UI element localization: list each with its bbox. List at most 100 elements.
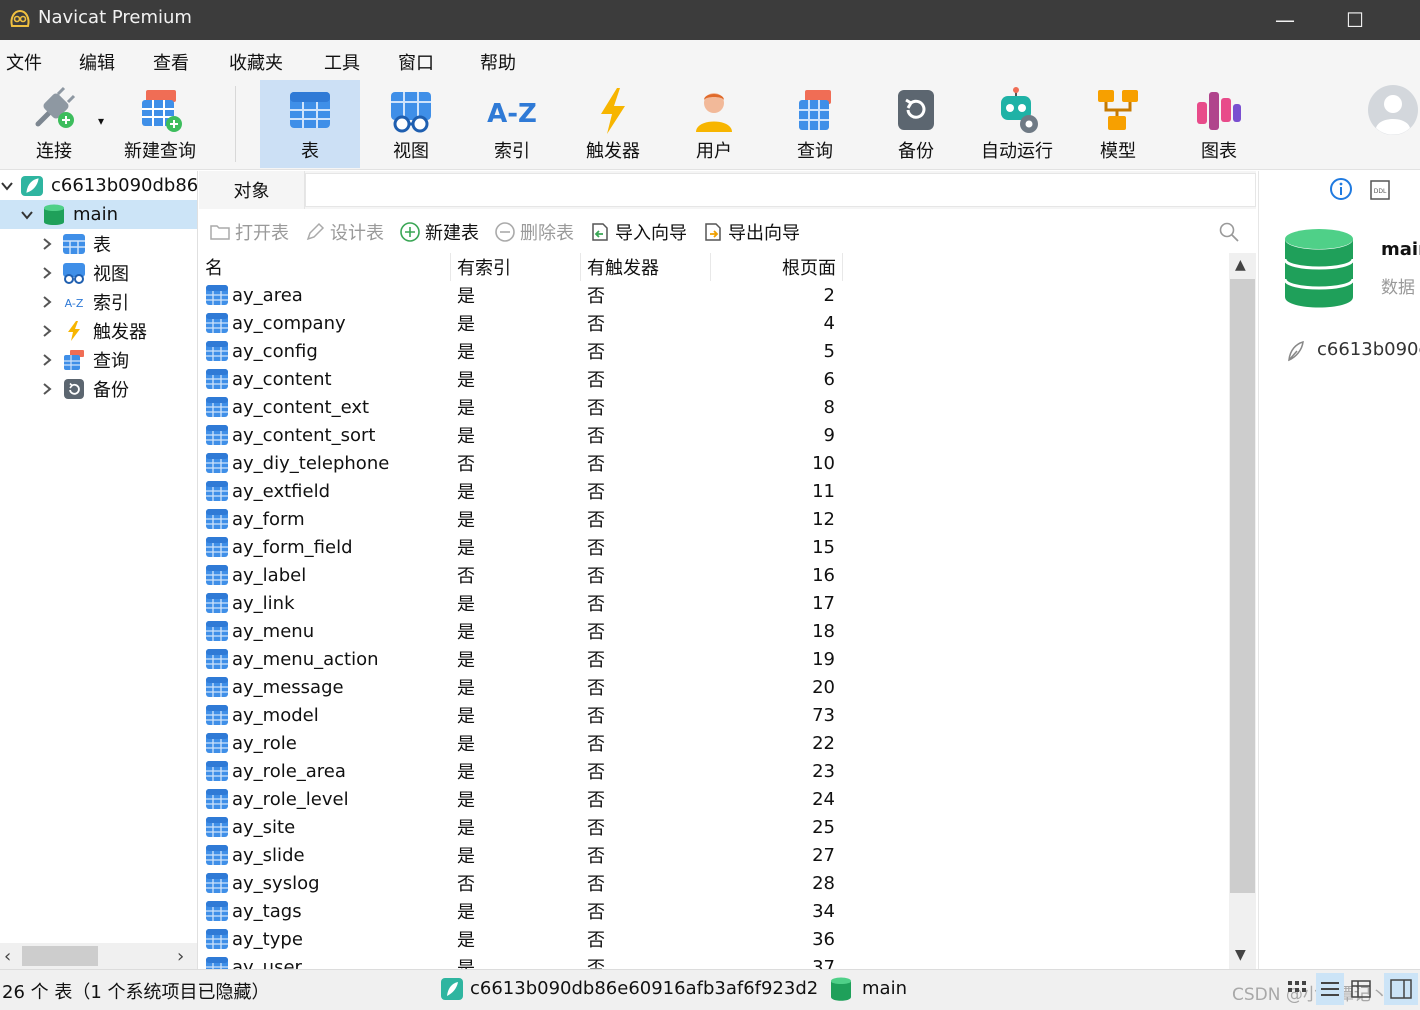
menu-favorites[interactable]: 收藏夹 [229,49,283,75]
table-button[interactable]: 表 [260,80,360,168]
column-header-has-index[interactable]: 有索引 [451,253,581,281]
scrollbar-thumb[interactable] [22,946,98,966]
chart-icon [1197,92,1241,130]
cell-has-index: 是 [457,930,475,951]
table-row[interactable]: ay_link 是 否 17 [199,589,843,617]
query-button[interactable]: 查询 [765,80,865,168]
cell-has-index: 是 [457,426,475,447]
table-row[interactable]: ay_form_field 是 否 15 [199,533,843,561]
scroll-up-icon[interactable]: ▲ [1235,257,1246,273]
menu-view[interactable]: 查看 [153,49,189,75]
scrollbar-thumb[interactable] [1230,279,1255,893]
chevron-right-icon[interactable] [40,353,54,367]
table-row[interactable]: ay_role_area 是 否 23 [199,757,843,785]
search-icon[interactable] [1218,221,1240,243]
chevron-right-icon[interactable] [40,266,54,280]
chart-button[interactable]: 图表 [1169,80,1269,168]
automation-button[interactable]: 自动运行 [967,80,1067,168]
database-icon [44,204,64,225]
grid-view-icon[interactable] [1286,978,1308,1000]
info-icon[interactable] [1329,177,1353,201]
table-row[interactable]: ay_menu 是 否 18 [199,617,843,645]
table-row[interactable]: ay_content_ext 是 否 8 [199,393,843,421]
new-table-button[interactable]: 新建表 [399,219,479,245]
table-row[interactable]: ay_menu_action 是 否 19 [199,645,843,673]
table-row[interactable]: ay_type 是 否 36 [199,925,843,953]
table-row[interactable]: ay_extfield 是 否 11 [199,477,843,505]
menu-tools[interactable]: 工具 [324,49,360,75]
column-header-name[interactable]: 名 [199,253,451,281]
model-button[interactable]: 模型 [1068,80,1168,168]
menu-file[interactable]: 文件 [6,49,42,75]
chevron-down-icon[interactable] [20,208,34,222]
connect-dropdown-icon[interactable]: ▾ [98,114,104,128]
chevron-right-icon[interactable] [40,382,54,396]
cell-has-index: 否 [457,454,475,475]
table-row[interactable]: ay_site 是 否 25 [199,813,843,841]
view-button[interactable]: 视图 [361,80,461,168]
menu-help[interactable]: 帮助 [480,49,516,75]
tree-item-backups[interactable]: 备份 [0,374,197,403]
table-row[interactable]: ay_content 是 否 6 [199,365,843,393]
chevron-right-icon[interactable] [40,324,54,338]
table-row[interactable]: ay_area 是 否 2 [199,281,843,309]
scroll-left-icon[interactable]: ‹ [4,946,11,967]
table-row[interactable]: ay_label 否 否 16 [199,561,843,589]
chevron-right-icon[interactable] [40,295,54,309]
table-row[interactable]: ay_role 是 否 22 [199,729,843,757]
scroll-down-icon[interactable]: ▼ [1235,947,1246,963]
trigger-button[interactable]: 触发器 [563,80,663,168]
connect-button[interactable]: 连接 [4,80,104,168]
table-row[interactable]: ay_message 是 否 20 [199,673,843,701]
tree-item-tables[interactable]: 表 [0,229,197,258]
chevron-right-icon[interactable] [40,237,54,251]
tree-item-views[interactable]: 视图 [0,258,197,287]
tree-connection[interactable]: c6613b090db86 [0,171,197,200]
tree-database-main[interactable]: main [0,200,197,229]
maximize-button[interactable]: ☐ [1320,0,1390,40]
grid-vertical-scrollbar[interactable]: ▲ ▼ [1229,253,1256,969]
list-view-icon[interactable] [1316,973,1344,1005]
design-table-button[interactable]: 设计表 [304,219,384,245]
avatar[interactable] [1367,84,1419,136]
import-wizard-button[interactable]: 导入向导 [589,219,687,245]
export-wizard-button[interactable]: 导出向导 [702,219,800,245]
tree-item-queries[interactable]: 查询 [0,345,197,374]
table-row[interactable]: ay_slide 是 否 27 [199,841,843,869]
table-row[interactable]: ay_content_sort 是 否 9 [199,421,843,449]
tree-item-indexes[interactable]: A-Z 索引 [0,287,197,316]
tree-item-triggers[interactable]: 触发器 [0,316,197,345]
detail-view-icon[interactable] [1350,978,1372,1000]
column-header-has-trigger[interactable]: 有触发器 [581,253,711,281]
scroll-right-icon[interactable]: › [177,946,184,967]
menu-edit[interactable]: 编辑 [79,49,115,75]
cell-root-page: 16 [812,564,835,586]
table-row[interactable]: ay_diy_telephone 否 否 10 [199,449,843,477]
table-row[interactable]: ay_model 是 否 73 [199,701,843,729]
chevron-down-icon[interactable] [0,179,14,193]
user-button[interactable]: 用户 [664,80,764,168]
table-row[interactable]: ay_tags 是 否 34 [199,897,843,925]
cell-has-trigger: 否 [587,622,605,643]
info-panel-toggle-icon[interactable] [1384,973,1418,1005]
delete-table-button[interactable]: 删除表 [494,219,574,245]
open-table-button[interactable]: 打开表 [209,219,289,245]
sidebar-horizontal-scrollbar[interactable]: ‹ › [0,943,197,969]
view-icon [63,262,85,284]
table-row[interactable]: ay_company 是 否 4 [199,309,843,337]
connection-leaf-icon [441,978,463,1000]
ddl-icon[interactable]: DDL [1369,179,1391,201]
table-row[interactable]: ay_form 是 否 12 [199,505,843,533]
minimize-button[interactable]: — [1250,0,1320,40]
menu-window[interactable]: 窗口 [398,49,434,75]
new-query-button[interactable]: 新建查询 [110,80,210,168]
table-row[interactable]: ay_user 是 否 37 [199,953,843,969]
index-button[interactable]: A-Z 索引 [462,80,562,168]
tab-objects[interactable]: 对象 [199,171,305,209]
column-header-root-page[interactable]: 根页面 [711,253,843,281]
table-row[interactable]: ay_syslog 否 否 28 [199,869,843,897]
table-row[interactable]: ay_config 是 否 5 [199,337,843,365]
table-row[interactable]: ay_role_level 是 否 24 [199,785,843,813]
backup-button[interactable]: 备份 [866,80,966,168]
cell-root-page: 27 [812,844,835,866]
